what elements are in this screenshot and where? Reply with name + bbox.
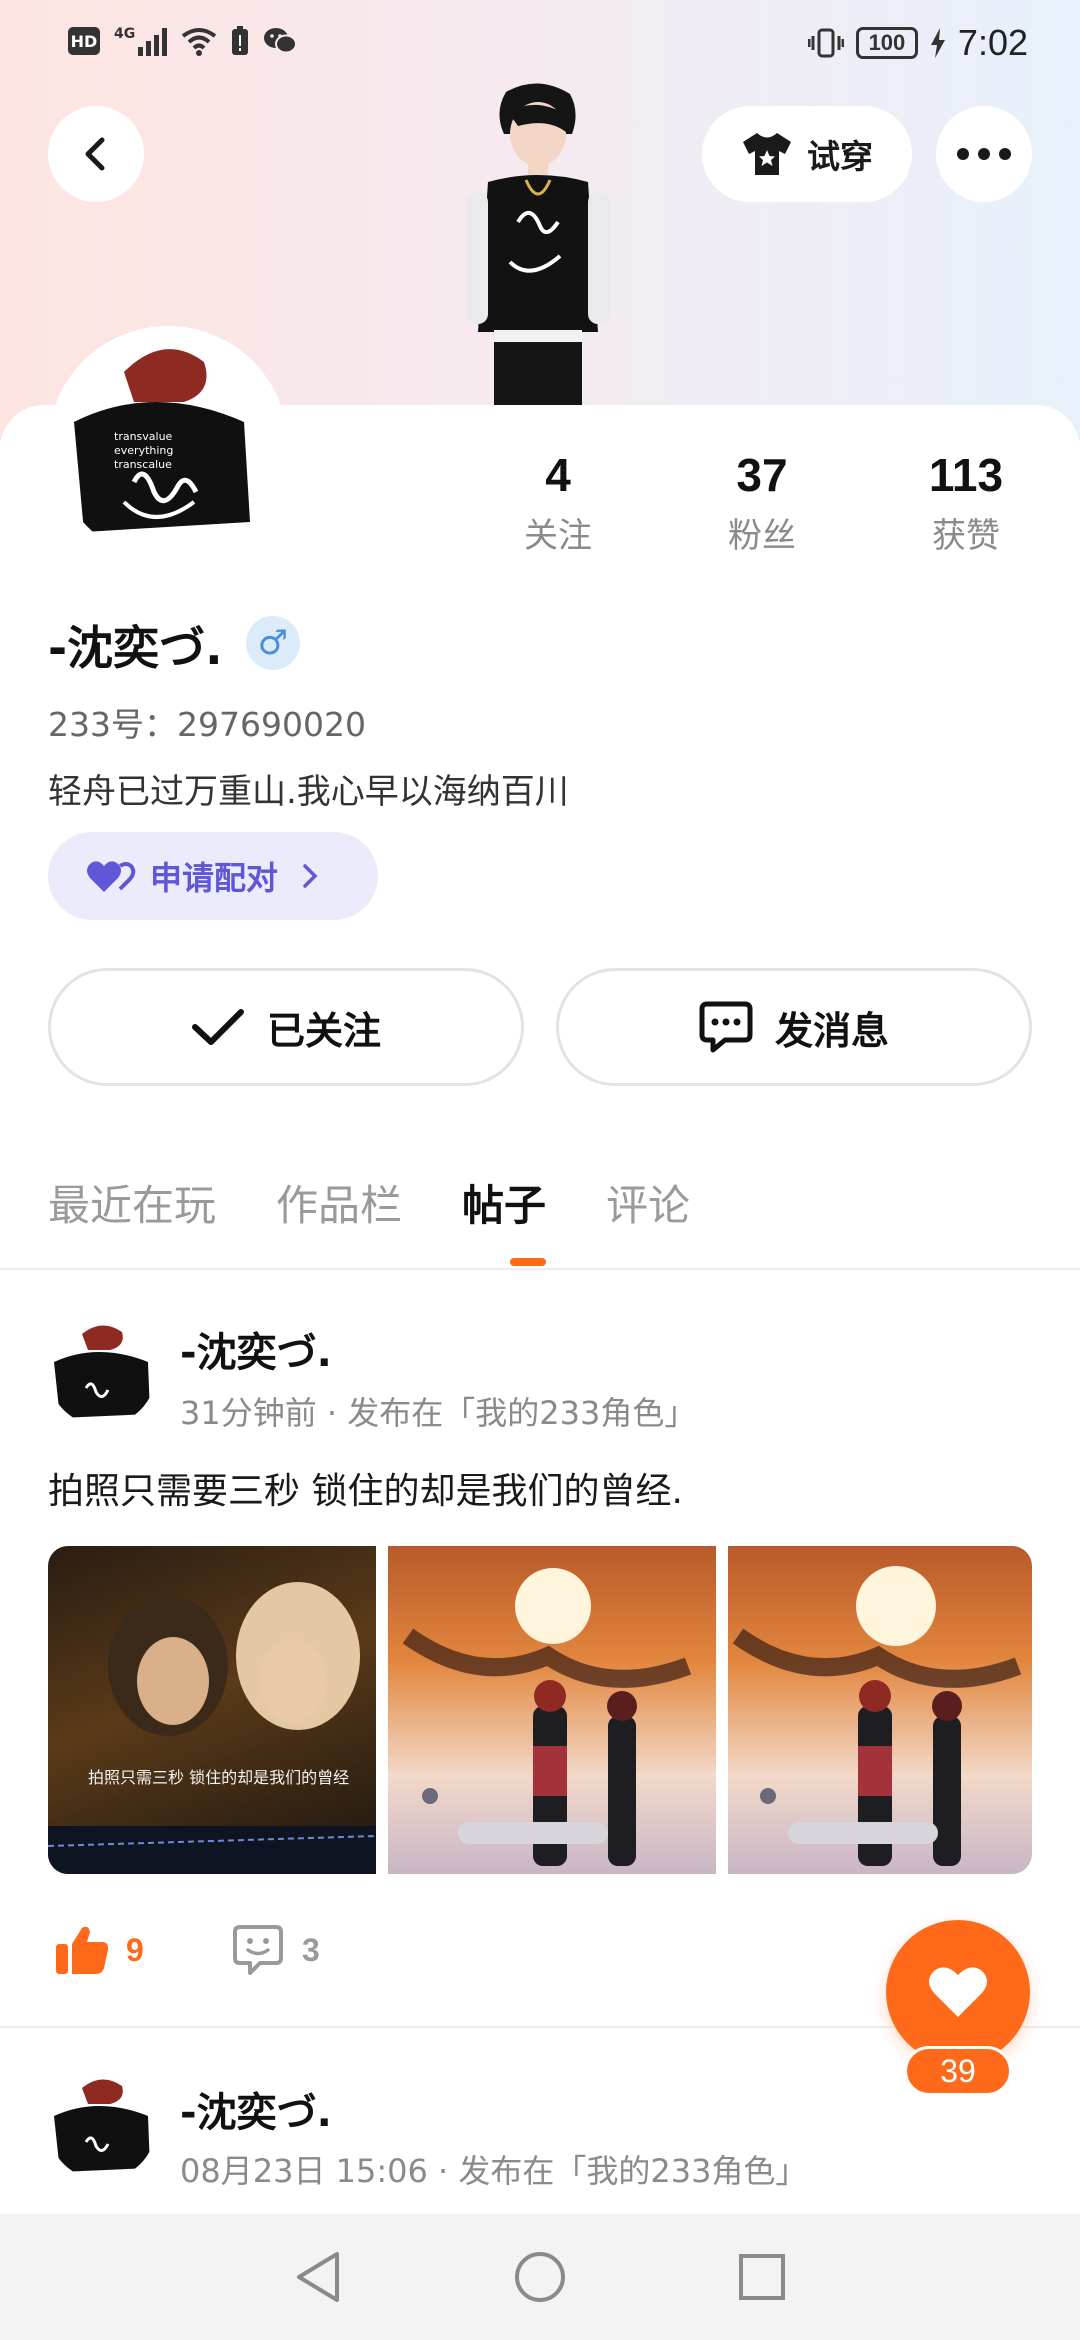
post-like-button[interactable]: 9 — [54, 1924, 144, 1976]
svg-text:transcalue: transcalue — [114, 458, 172, 471]
post-author-name[interactable]: -沈奕づ. — [180, 1320, 332, 1378]
profile-tabs: 最近在玩 作品栏 帖子 评论 — [48, 1172, 750, 1233]
post-avatar-image — [48, 2072, 156, 2180]
post-author-avatar[interactable] — [48, 1318, 156, 1426]
chat-bubble-icon — [699, 1001, 753, 1053]
post-image-3[interactable] — [728, 1546, 1032, 1874]
active-tab-indicator — [510, 1258, 546, 1266]
battery-indicator: 100 — [855, 27, 918, 59]
post-image-1-art — [48, 1582, 376, 1874]
profile-bio: 轻舟已过万重山.我心早以海纳百川 — [48, 772, 569, 812]
post-image-3-art — [732, 1566, 1022, 1866]
wechat-icon — [264, 28, 298, 54]
comment-smile-icon — [233, 1925, 283, 1975]
avatar-figure — [466, 83, 610, 408]
post-meta: 08月23日 15:06 · 发布在「我的233角色」 — [180, 2152, 808, 2190]
following-stat[interactable]: 4 关注 — [478, 448, 638, 557]
heart-icon — [929, 1967, 987, 2017]
thumbs-up-icon — [56, 1926, 109, 1974]
tab-recently-played[interactable]: 最近在玩 — [48, 1172, 216, 1233]
try-on-button[interactable]: 试穿 — [702, 106, 912, 202]
battery-alert-icon — [232, 26, 249, 55]
post-text[interactable]: 拍照只需要三秒 锁住的却是我们的曾经. — [48, 1462, 683, 1514]
profile-avatar-image: transvalue everything transcalue — [54, 332, 282, 560]
followers-label: 粉丝 — [728, 516, 796, 556]
wifi-icon — [182, 28, 217, 56]
gender-badge: ♂ — [246, 616, 300, 670]
more-dots-icon — [957, 148, 1011, 160]
followers-stat[interactable]: 37 粉丝 — [682, 448, 842, 557]
post-author-name[interactable]: -沈奕づ. — [180, 2080, 332, 2138]
system-nav-bar — [0, 2214, 1080, 2340]
network-type-label: 4G — [114, 26, 136, 42]
likes-received-count: 113 — [928, 449, 1004, 501]
likes-stat[interactable]: 113 获赞 — [886, 448, 1046, 557]
followed-label: 已关注 — [266, 1008, 381, 1053]
post-avatar-image — [48, 1318, 156, 1426]
post-author-avatar[interactable] — [48, 2072, 156, 2180]
nav-recents-icon[interactable] — [737, 2252, 787, 2302]
post-image-2-art — [402, 1568, 692, 1866]
request-pair-label: 申请配对 — [150, 859, 279, 897]
following-label: 关注 — [524, 516, 592, 556]
tab-posts[interactable]: 帖子 — [462, 1172, 546, 1233]
status-left: HD 4G — [68, 26, 298, 56]
post-comment-count: 3 — [302, 1931, 320, 1968]
status-time: 7:02 — [957, 22, 1028, 63]
user-id: 233号：297690020 — [48, 705, 366, 744]
try-on-label: 试穿 — [807, 137, 873, 176]
status-right: 100 7:02 — [807, 22, 1028, 64]
back-button[interactable] — [48, 106, 144, 202]
signal-icon: 4G — [114, 26, 168, 56]
post-meta: 31分钟前 · 发布在「我的233角色」 — [180, 1394, 697, 1432]
following-count: 4 — [545, 449, 571, 501]
checkmark-icon — [191, 1009, 244, 1045]
tab-divider — [0, 1268, 1080, 1270]
nav-home-icon[interactable] — [513, 2250, 567, 2304]
post-image-2[interactable] — [388, 1546, 716, 1874]
followed-button[interactable]: 已关注 — [48, 968, 524, 1086]
favorite-button[interactable] — [886, 1920, 1030, 2064]
send-message-button[interactable]: 发消息 — [556, 968, 1032, 1086]
vibrate-icon — [807, 28, 844, 58]
more-button[interactable] — [936, 106, 1032, 202]
svg-text:everything: everything — [114, 444, 173, 457]
likes-received-label: 获赞 — [932, 516, 1000, 556]
post-image-1[interactable]: 拍照只需三秒 锁住的却是我们的曾经 — [48, 1546, 376, 1874]
svg-text:transvalue: transvalue — [114, 430, 173, 443]
charging-icon — [930, 28, 945, 58]
followers-count: 37 — [736, 449, 788, 501]
send-message-label: 发消息 — [774, 1008, 889, 1053]
post-comment-button[interactable]: 3 — [232, 1924, 320, 1976]
double-heart-icon — [87, 861, 136, 892]
favorite-count-badge: 39 — [904, 2046, 1012, 2096]
tab-works[interactable]: 作品栏 — [276, 1172, 402, 1233]
chevron-right-icon — [303, 864, 318, 888]
nav-back-icon[interactable] — [293, 2250, 343, 2304]
post-like-count: 9 — [126, 1931, 144, 1968]
status-bar: HD 4G 100 7:02 — [0, 0, 1080, 90]
post-image-1-caption: 拍照只需三秒 锁住的却是我们的曾经 — [88, 1768, 350, 1787]
request-pair-button[interactable]: 申请配对 — [48, 832, 378, 920]
male-icon: ♂ — [257, 623, 289, 663]
chevron-left-icon — [85, 137, 105, 171]
profile-username: -沈奕づ. — [48, 621, 223, 675]
tshirt-icon — [743, 133, 791, 175]
hd-icon: HD — [68, 27, 100, 55]
profile-avatar[interactable]: transvalue everything transcalue — [48, 326, 288, 566]
tab-comments[interactable]: 评论 — [606, 1172, 690, 1233]
